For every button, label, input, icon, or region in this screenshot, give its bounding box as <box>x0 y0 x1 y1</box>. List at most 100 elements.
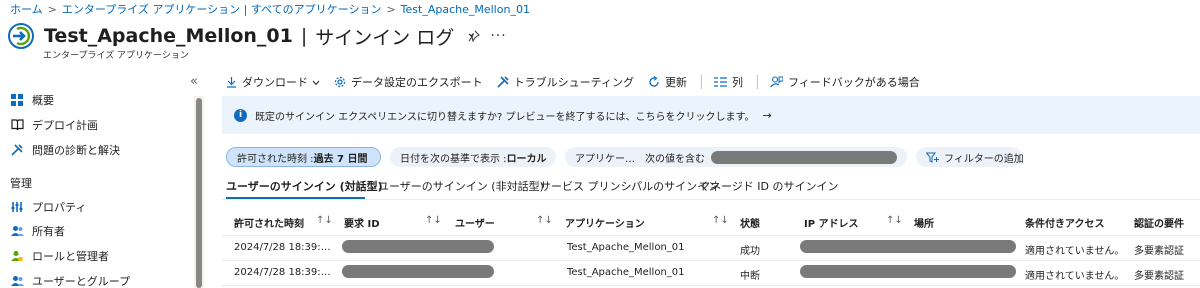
sidebar-item-label: ユーザーとグループ <box>32 275 131 288</box>
collapse-sidebar-icon[interactable]: « <box>190 74 198 89</box>
sidebar-item-deployment-plan[interactable]: デプロイ計画 <box>10 116 98 134</box>
sort-icon[interactable]: ↑↓ <box>712 215 729 226</box>
redacted-request-id <box>342 240 494 253</box>
wrench-icon <box>10 143 24 157</box>
page-subtitle: エンタープライズ アプリケーション <box>43 51 189 61</box>
add-filter-label: フィルターの追加 <box>944 153 1024 165</box>
sort-icon[interactable]: ↑↓ <box>886 215 903 226</box>
preview-banner[interactable]: i 既定のサインイン エクスペリエンスに切り替えますか? プレビューを終了するに… <box>222 96 1200 134</box>
pin-icon[interactable] <box>468 30 481 42</box>
feedback-icon <box>770 76 784 88</box>
column-header-auth-requirement[interactable]: 認証の要件 <box>1134 215 1184 230</box>
cell-auth-requirement: 多要素認証 <box>1134 246 1184 257</box>
refresh-button[interactable]: 更新 <box>648 74 687 90</box>
cell-conditional-access: 適用されていません。 <box>1025 271 1125 282</box>
redacted-value <box>711 150 897 164</box>
page-header: Test_Apache_Mellon_01 | サインイン ログ ··· <box>8 22 507 50</box>
time-filter-value: 過去 7 日間 <box>313 153 368 165</box>
download-button[interactable]: ダウンロード <box>226 74 320 90</box>
sidebar-item-label: 概要 <box>32 94 54 107</box>
export-settings-button[interactable]: データ設定のエクスポート <box>334 74 483 90</box>
sort-icon[interactable]: ↑↓ <box>536 215 553 226</box>
row-divider <box>222 260 1200 261</box>
role-icon <box>10 249 24 263</box>
cell-application: Test_Apache_Mellon_01 <box>567 242 685 253</box>
add-filter-button[interactable]: フィルターの追加 <box>916 147 1024 167</box>
refresh-label: 更新 <box>665 76 688 89</box>
application-filter-label: アプリケー… 次の値を含む <box>575 153 705 165</box>
sidebar-heading-manage: 管理 <box>10 177 32 190</box>
time-filter-pill[interactable]: 許可された時刻 : 過去 7 日間 <box>226 147 381 167</box>
time-filter-prefix: 許可された時刻 : <box>237 153 314 165</box>
cell-status: 中断 <box>740 271 760 282</box>
sidebar-item-label: 問題の診断と解決 <box>32 144 120 157</box>
cell-auth-requirement: 多要素認証 <box>1134 271 1184 282</box>
column-header-conditional-access[interactable]: 条件付きアクセス <box>1025 215 1105 230</box>
breadcrumb: ホーム > エンタープライズ アプリケーション | すべてのアプリケーション >… <box>10 1 530 17</box>
sidebar-item-owners[interactable]: 所有者 <box>10 222 65 240</box>
cell-conditional-access: 適用されていません。 <box>1025 246 1125 257</box>
sidebar-scrollbar-thumb[interactable] <box>196 98 202 288</box>
wrench-icon <box>497 76 509 88</box>
feedback-label: フィードバックがある場合 <box>788 76 920 89</box>
application-filter-pill[interactable]: アプリケー… 次の値を含む <box>565 147 907 167</box>
column-header-request-id[interactable]: 要求 ID <box>344 215 380 230</box>
title-separator: | <box>300 25 308 47</box>
grid-icon <box>10 93 24 107</box>
row-divider <box>222 285 1200 286</box>
toolbar-divider <box>701 75 703 89</box>
columns-button[interactable]: 列 <box>714 74 743 90</box>
arrow-right-icon: → <box>762 108 772 122</box>
tab-divider <box>222 199 1200 200</box>
column-header-status[interactable]: 状態 <box>740 215 760 230</box>
breadcrumb-home[interactable]: ホーム <box>10 1 43 17</box>
app-name: Test_Apache_Mellon_01 <box>44 25 293 47</box>
column-header-ip-address[interactable]: IP アドレス <box>804 215 859 230</box>
troubleshoot-button[interactable]: トラブルシューティング <box>497 74 634 90</box>
column-header-application[interactable]: アプリケーション <box>565 215 645 230</box>
book-icon <box>10 118 24 132</box>
banner-text: 既定のサインイン エクスペリエンスに切り替えますか? プレビューを終了するには、… <box>255 111 755 123</box>
troubleshoot-label: トラブルシューティング <box>513 76 635 89</box>
redacted-ip-location <box>800 265 1016 278</box>
sidebar-item-users-groups[interactable]: ユーザーとグループ <box>10 272 130 288</box>
breadcrumb-separator: > <box>386 2 396 16</box>
tab-service-principal-sign-ins[interactable]: サービス プリンシパルのサインイン <box>540 178 719 194</box>
columns-label: 列 <box>732 76 744 89</box>
toolbar-divider <box>757 75 759 89</box>
command-bar: ダウンロード データ設定のエクスポート トラブルシューティング 更新 列 フィー… <box>226 72 934 92</box>
properties-icon <box>10 200 24 214</box>
column-header-location[interactable]: 場所 <box>914 215 934 230</box>
breadcrumb-enterprise-apps[interactable]: エンタープライズ アプリケーション | すべてのアプリケーション <box>62 1 382 17</box>
sort-icon[interactable]: ↑↓ <box>425 215 442 226</box>
column-header-time[interactable]: 許可された時刻 <box>234 215 304 230</box>
page-title: サインイン ログ <box>315 26 455 49</box>
sidebar-item-overview[interactable]: 概要 <box>10 91 54 109</box>
redacted-ip-location <box>800 240 1016 253</box>
column-header-user[interactable]: ユーザー <box>455 215 495 230</box>
users-icon <box>10 274 24 288</box>
sidebar-item-label: 所有者 <box>32 225 65 238</box>
tab-managed-identity-sign-ins[interactable]: マネージド ID のサインイン <box>699 178 839 194</box>
download-label: ダウンロード <box>242 76 308 89</box>
cell-time: 2024/7/28 18:39:… <box>234 242 331 253</box>
cell-time: 2024/7/28 18:39:… <box>234 267 331 278</box>
redacted-request-id <box>342 265 494 278</box>
tab-interactive-user-sign-ins[interactable]: ユーザーのサインイン (対話型) <box>226 178 383 194</box>
row-divider <box>222 235 1200 236</box>
sort-icon[interactable]: ↑↓ <box>316 215 333 226</box>
more-options-icon[interactable]: ··· <box>490 28 506 44</box>
breadcrumb-app[interactable]: Test_Apache_Mellon_01 <box>401 3 530 16</box>
sidebar-item-diagnose[interactable]: 問題の診断と解決 <box>10 141 120 159</box>
sidebar-item-roles[interactable]: ロールと管理者 <box>10 247 109 265</box>
export-settings-label: データ設定のエクスポート <box>351 76 483 89</box>
breadcrumb-separator: > <box>47 2 57 16</box>
sidebar-item-properties[interactable]: プロパティ <box>10 198 86 216</box>
sign-in-app-icon <box>8 23 34 49</box>
download-icon <box>226 76 237 88</box>
sidebar-item-label: ロールと管理者 <box>32 250 109 263</box>
feedback-button[interactable]: フィードバックがある場合 <box>770 74 920 90</box>
tab-non-interactive-user-sign-ins[interactable]: ユーザーのサインイン (非対話型) <box>378 178 544 194</box>
date-format-pill[interactable]: 日付を次の基準で表示 : ローカル <box>390 147 556 167</box>
info-icon: i <box>234 108 247 122</box>
